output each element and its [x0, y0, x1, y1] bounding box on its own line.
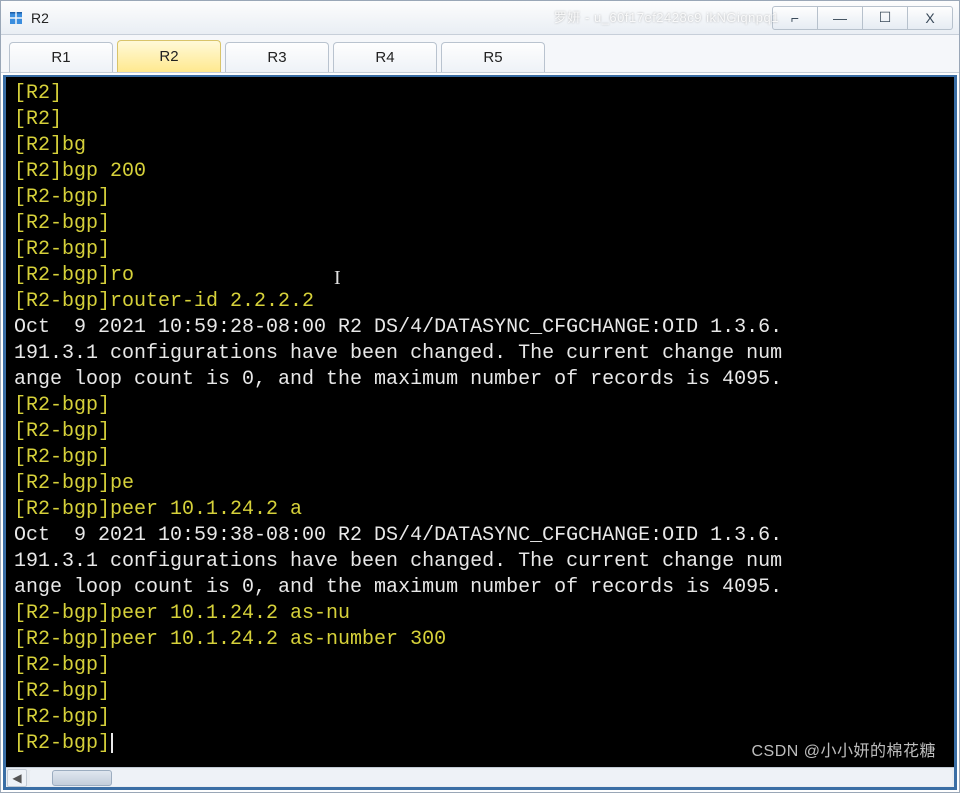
terminal-line: [R2-bgp] — [14, 705, 946, 731]
terminal-line: [R2-bgp] — [14, 679, 946, 705]
terminal-panel: [R2][R2][R2]bg[R2]bgp 200[R2-bgp][R2-bgp… — [3, 75, 957, 790]
tab-label: R1 — [51, 49, 70, 66]
terminal-line: [R2-bgp] — [14, 237, 946, 263]
tab-r1[interactable]: R1 — [9, 42, 113, 72]
tab-label: R5 — [483, 49, 502, 66]
shrink-button[interactable]: ⌐ — [772, 6, 818, 30]
terminal-line: Oct 9 2021 10:59:28-08:00 R2 DS/4/DATASY… — [14, 315, 946, 341]
terminal-line: [R2-bgp] — [14, 393, 946, 419]
app-icon — [7, 9, 25, 27]
terminal-line: ange loop count is 0, and the maximum nu… — [14, 575, 946, 601]
terminal-line: [R2-bgp]pe — [14, 471, 946, 497]
tab-label: R4 — [375, 49, 394, 66]
tab-label: R3 — [267, 49, 286, 66]
terminal-line: [R2-bgp]peer 10.1.24.2 as-number 300 — [14, 627, 946, 653]
tab-label: R2 — [159, 48, 178, 65]
horizontal-scrollbar[interactable]: ◀ — [6, 767, 954, 787]
terminal-output[interactable]: [R2][R2][R2]bg[R2]bgp 200[R2-bgp][R2-bgp… — [6, 77, 954, 767]
terminal-line: [R2-bgp] — [14, 211, 946, 237]
terminal-line: [R2] — [14, 81, 946, 107]
terminal-line: [R2-bgp]peer 10.1.24.2 as-nu — [14, 601, 946, 627]
title-bar[interactable]: R2 罗妍 - u_60f17ef2428c9 ikNGiqnpq1 ⌐ — ☐… — [1, 1, 959, 35]
terminal-line: 191.3.1 configurations have been changed… — [14, 341, 946, 367]
terminal-line: [R2] — [14, 107, 946, 133]
terminal-line: [R2-bgp] — [14, 653, 946, 679]
scroll-thumb[interactable] — [52, 770, 112, 786]
watermark-top: 罗妍 - u_60f17ef2428c9 ikNGiqnpq1 — [554, 7, 779, 26]
terminal-line: ange loop count is 0, and the maximum nu… — [14, 367, 946, 393]
terminal-line: [R2-bgp] — [14, 731, 946, 757]
terminal-line: [R2-bgp] — [14, 445, 946, 471]
terminal-line: [R2-bgp]router-id 2.2.2.2 — [14, 289, 946, 315]
terminal-line: [R2]bgp 200 — [14, 159, 946, 185]
terminal-line: [R2]bg — [14, 133, 946, 159]
tab-strip: R1 R2 R3 R4 R5 — [1, 35, 959, 73]
minimize-button[interactable]: — — [817, 6, 863, 30]
maximize-button[interactable]: ☐ — [862, 6, 908, 30]
tab-r2[interactable]: R2 — [117, 40, 221, 72]
app-window: R2 罗妍 - u_60f17ef2428c9 ikNGiqnpq1 ⌐ — ☐… — [0, 0, 960, 793]
scroll-left-arrow-icon[interactable]: ◀ — [7, 769, 27, 787]
close-button[interactable]: X — [907, 6, 953, 30]
scroll-track[interactable] — [30, 770, 952, 786]
terminal-line: [R2-bgp] — [14, 419, 946, 445]
window-controls: ⌐ — ☐ X — [773, 6, 953, 30]
window-title: R2 — [31, 10, 49, 26]
input-cursor — [111, 733, 113, 753]
terminal-line: 191.3.1 configurations have been changed… — [14, 549, 946, 575]
tab-r5[interactable]: R5 — [441, 42, 545, 72]
tab-r4[interactable]: R4 — [333, 42, 437, 72]
terminal-line: [R2-bgp]peer 10.1.24.2 a — [14, 497, 946, 523]
tab-r3[interactable]: R3 — [225, 42, 329, 72]
terminal-line: [R2-bgp]ro — [14, 263, 946, 289]
terminal-line: Oct 9 2021 10:59:38-08:00 R2 DS/4/DATASY… — [14, 523, 946, 549]
terminal-line: [R2-bgp] — [14, 185, 946, 211]
